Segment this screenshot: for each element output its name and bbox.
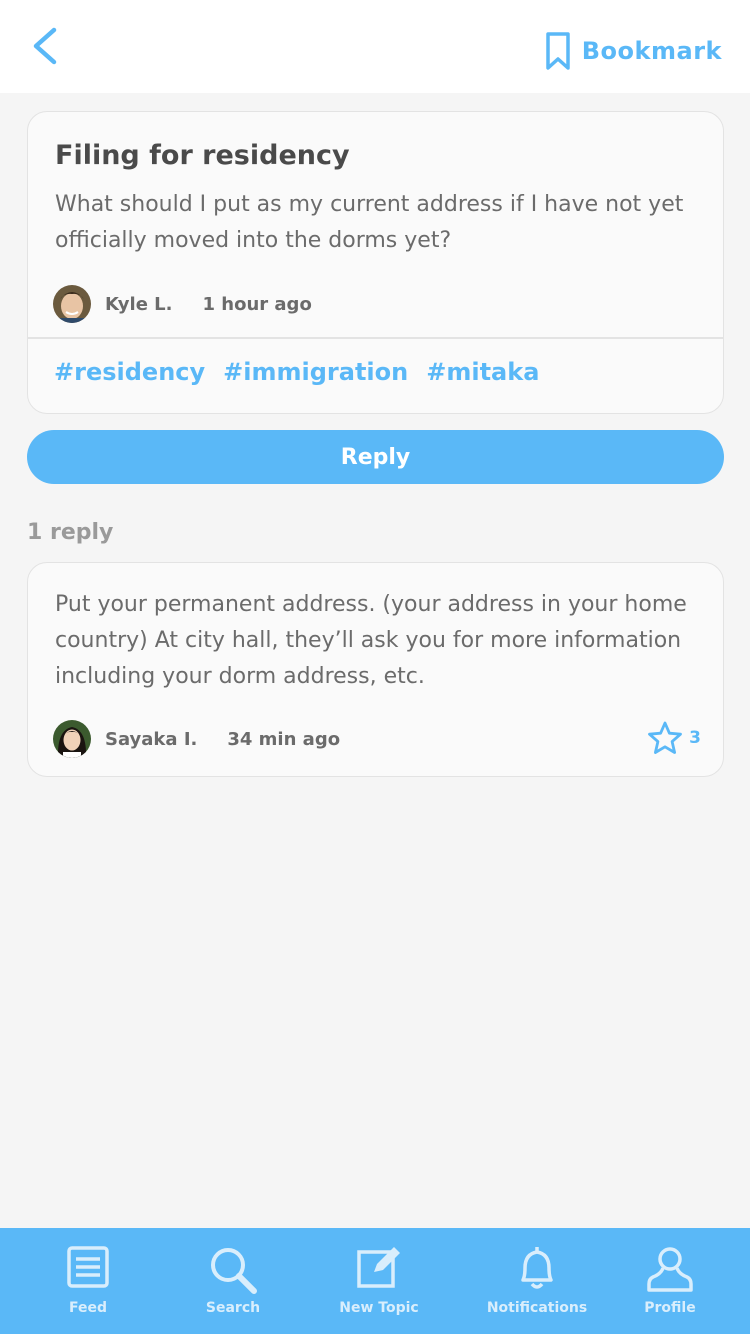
star-icon — [648, 721, 683, 754]
tab-feed[interactable]: Feed — [13, 1228, 163, 1334]
tab-notifications[interactable]: Notifications — [462, 1228, 612, 1334]
bottom-tab-bar: Feed Search New Topic Notifications Prof… — [0, 1228, 750, 1334]
divider — [28, 337, 723, 339]
star-count: 3 — [689, 728, 701, 748]
tab-search[interactable]: Search — [158, 1228, 308, 1334]
bell-icon — [521, 1247, 553, 1289]
post-title: Filing for residency — [55, 140, 350, 171]
star-button[interactable]: 3 — [647, 720, 701, 756]
tab-search-label: Search — [205, 1300, 261, 1316]
feed-icon — [67, 1246, 109, 1288]
back-button[interactable] — [28, 26, 64, 66]
post-meta: Kyle L. 1 hour ago — [53, 285, 312, 323]
tab-notifications-label: Notifications — [486, 1300, 588, 1316]
tag-list: #residency #immigration #mitaka — [54, 358, 539, 386]
post-card: Filing for residency What should I put a… — [27, 111, 724, 414]
post-body: What should I put as my current address … — [55, 192, 684, 253]
reply-button[interactable]: Reply — [27, 430, 724, 484]
avatar-kyle-image — [53, 285, 91, 323]
tag-immigration[interactable]: #immigration — [223, 358, 408, 386]
top-nav-bar: Bookmark — [0, 0, 750, 93]
chevron-left-icon — [33, 27, 57, 65]
reply-time: 34 min ago — [227, 728, 341, 750]
tab-feed-label: Feed — [68, 1300, 107, 1316]
post-author[interactable]: Kyle L. — [105, 294, 172, 315]
reply-card: Put your permanent address. (your addres… — [27, 562, 724, 777]
avatar[interactable] — [53, 285, 91, 323]
profile-icon — [647, 1247, 693, 1292]
tab-new-topic[interactable]: New Topic — [304, 1228, 454, 1334]
compose-icon — [357, 1247, 400, 1288]
avatar-sayaka-image — [53, 720, 91, 758]
search-icon — [211, 1248, 257, 1294]
bookmark-button[interactable]: Bookmark — [544, 30, 722, 72]
tab-profile[interactable]: Profile — [595, 1228, 745, 1334]
avatar[interactable] — [53, 720, 91, 758]
reply-count: 1 reply — [27, 520, 114, 545]
post-time: 1 hour ago — [202, 293, 312, 315]
tab-profile-label: Profile — [644, 1300, 696, 1316]
reply-author[interactable]: Sayaka I. — [105, 729, 197, 750]
tag-residency[interactable]: #residency — [54, 358, 205, 386]
bookmark-label: Bookmark — [581, 37, 722, 65]
tag-mitaka[interactable]: #mitaka — [426, 358, 539, 386]
reply-meta: Sayaka I. 34 min ago — [53, 720, 340, 758]
reply-body: Put your permanent address. (your addres… — [55, 592, 687, 689]
tab-new-topic-label: New Topic — [339, 1300, 419, 1316]
bookmark-icon — [546, 32, 570, 70]
